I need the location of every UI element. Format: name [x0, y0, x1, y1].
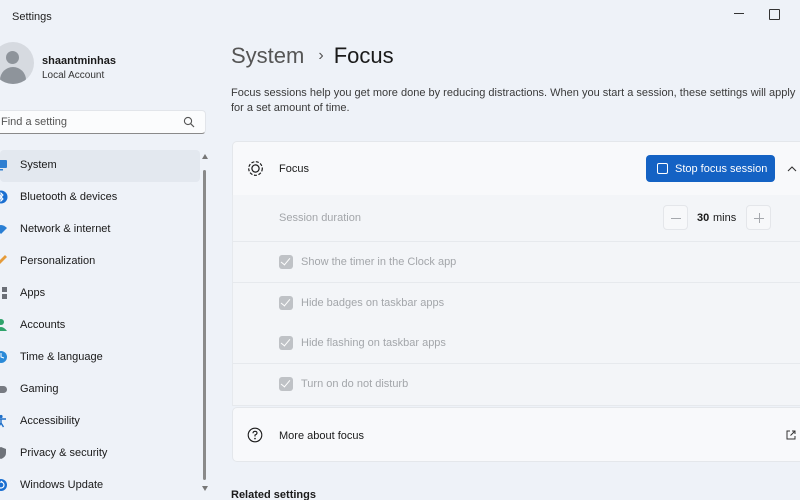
sidebar-item-network[interactable]: Network & internet	[0, 214, 200, 246]
controller-icon	[0, 386, 7, 393]
sidebar-item-accessibility[interactable]: Accessibility	[0, 406, 200, 438]
stop-focus-session-label: Stop focus session	[675, 163, 768, 175]
breadcrumb: System › Focus	[231, 43, 394, 69]
chevron-up-icon[interactable]	[786, 163, 798, 175]
option-label: Turn on do not disturb	[301, 378, 409, 390]
session-duration-row: Session duration 30 mins	[232, 195, 800, 242]
avatar-body	[0, 67, 26, 84]
duration-unit: mins	[713, 212, 737, 224]
maximize-button[interactable]	[764, 4, 784, 24]
help-icon	[247, 427, 263, 443]
more-about-focus-link[interactable]: More about focus	[232, 407, 800, 462]
minimize-button[interactable]	[729, 4, 749, 24]
checkbox-do-not-disturb[interactable]	[279, 377, 293, 391]
title-bar: Settings	[0, 0, 800, 34]
avatar[interactable]	[0, 42, 34, 84]
decrease-duration-button[interactable]	[663, 205, 688, 230]
sidebar-item-apps[interactable]: Apps	[0, 278, 200, 310]
option-row-clock-timer: Show the timer in the Clock app	[232, 242, 800, 283]
wifi-icon	[0, 225, 7, 234]
stop-focus-session-button[interactable]: Stop focus session	[646, 155, 775, 182]
option-label: Show the timer in the Clock app	[301, 256, 457, 268]
sidebar-item-time-language[interactable]: Time & language	[0, 342, 200, 374]
sidebar-item-label: Privacy & security	[20, 447, 108, 459]
option-label: Hide flashing on taskbar apps	[301, 337, 446, 349]
search-icon[interactable]	[183, 116, 195, 128]
scroll-thumb[interactable]	[203, 170, 206, 480]
increase-duration-button[interactable]	[746, 205, 771, 230]
person-icon	[0, 319, 7, 331]
checkbox-hide-flashing[interactable]	[279, 336, 293, 350]
sidebar-item-label: Bluetooth & devices	[20, 191, 118, 203]
sidebar-item-label: Gaming	[20, 383, 59, 395]
sidebar-item-windows-update[interactable]: Windows Update	[0, 470, 200, 500]
checkbox-clock-timer[interactable]	[279, 255, 293, 269]
sidebar-item-label: Apps	[20, 287, 46, 299]
bluetooth-icon	[0, 190, 8, 204]
focus-card: Focus Stop focus session	[232, 141, 800, 195]
focus-label: Focus	[279, 163, 309, 175]
related-settings-heading: Related settings	[231, 489, 316, 500]
sidebar-item-label: Time & language	[20, 351, 103, 363]
checkbox-hide-badges[interactable]	[279, 296, 293, 310]
search-box[interactable]	[0, 110, 206, 134]
option-row-hide-flashing: Hide flashing on taskbar apps	[232, 323, 800, 364]
session-duration-label: Session duration	[279, 212, 361, 224]
account-type: Local Account	[42, 70, 105, 81]
shield-icon	[0, 447, 6, 459]
sidebar-item-personalization[interactable]: Personalization	[0, 246, 200, 278]
sidebar-scrollbar[interactable]	[201, 150, 209, 495]
update-icon	[0, 479, 7, 491]
sidebar-nav: System Bluetooth & devices Network & int…	[0, 150, 200, 500]
sidebar-item-system[interactable]: System	[0, 150, 200, 182]
more-about-focus-label: More about focus	[279, 430, 364, 442]
account-name: shaantminhas	[42, 55, 116, 67]
avatar-head	[6, 51, 19, 64]
option-row-do-not-disturb: Turn on do not disturb	[232, 364, 800, 406]
sidebar-item-label: Personalization	[20, 255, 96, 267]
open-external-icon	[786, 430, 796, 440]
apps-icon	[2, 287, 7, 299]
breadcrumb-parent[interactable]: System	[231, 43, 304, 68]
scroll-down-arrow-icon[interactable]	[202, 486, 208, 491]
sidebar-item-accounts[interactable]: Accounts	[0, 310, 200, 342]
sidebar-item-bluetooth[interactable]: Bluetooth & devices	[0, 182, 200, 214]
brush-icon	[0, 255, 7, 264]
scroll-up-arrow-icon[interactable]	[202, 154, 208, 159]
sidebar-item-label: System	[20, 159, 57, 171]
sidebar-item-label: Windows Update	[20, 479, 104, 491]
search-input[interactable]	[0, 111, 177, 133]
page-description: Focus sessions help you get more done by…	[231, 87, 796, 114]
app-title: Settings	[12, 11, 52, 23]
sidebar-item-label: Accounts	[20, 319, 66, 331]
breadcrumb-separator: ›	[318, 47, 324, 64]
option-row-hide-badges: Hide badges on taskbar apps	[232, 283, 800, 324]
sidebar-item-privacy-security[interactable]: Privacy & security	[0, 438, 200, 470]
globe-clock-icon	[0, 351, 7, 363]
sidebar-item-label: Network & internet	[20, 223, 111, 235]
stop-icon	[657, 163, 668, 174]
sidebar-item-gaming[interactable]: Gaming	[0, 374, 200, 406]
monitor-icon	[0, 160, 7, 171]
sidebar-item-label: Accessibility	[20, 415, 80, 427]
focus-icon	[248, 161, 263, 176]
accessibility-icon	[0, 414, 6, 428]
page-title: Focus	[333, 43, 394, 68]
duration-value: 30	[697, 212, 710, 224]
option-label: Hide badges on taskbar apps	[301, 297, 445, 309]
